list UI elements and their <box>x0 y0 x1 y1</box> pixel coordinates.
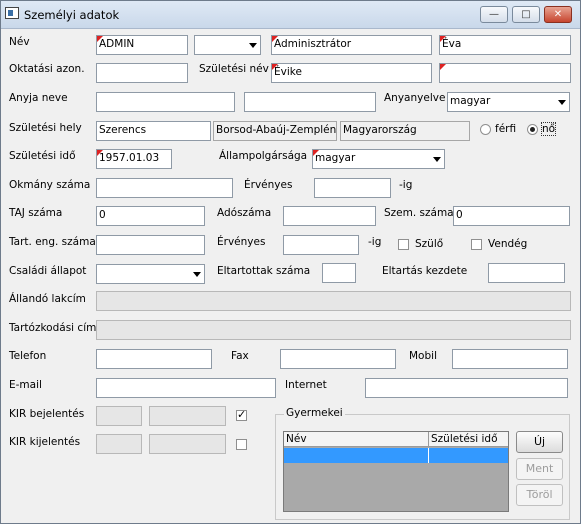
column-separator <box>428 448 429 463</box>
marital-status-label: Családi állapot <box>9 265 87 277</box>
close-button[interactable]: ✕ <box>544 6 572 23</box>
window-title: Személyi adatok <box>24 8 120 22</box>
taj-field[interactable]: 0 <box>96 206 205 226</box>
kir-deregistration-checkbox[interactable] <box>236 439 247 450</box>
phone-field[interactable] <box>96 349 212 369</box>
kir-registration-label: KIR bejelentés <box>9 408 85 420</box>
mother-tongue-dropdown[interactable]: magyar <box>447 92 570 112</box>
document-number-label: Okmány száma <box>9 179 91 191</box>
mother-family-name-field[interactable] <box>96 92 235 112</box>
birth-city-field[interactable]: Szerencs <box>96 121 211 141</box>
mobile-field[interactable] <box>452 349 568 369</box>
kir-registration-field-2 <box>149 406 226 426</box>
kir-deregistration-field-2 <box>149 434 226 454</box>
support-start-label: Eltartás kezdete <box>382 265 468 277</box>
document-number-field[interactable] <box>96 178 233 198</box>
dependents-field[interactable] <box>322 263 356 283</box>
internet-label: Internet <box>285 379 327 391</box>
dependents-label: Eltartottak száma <box>217 265 311 277</box>
personal-id-field[interactable]: 0 <box>453 206 570 226</box>
birth-name-label: Születési név <box>199 63 269 75</box>
permit-valid-label: Érvényes <box>217 236 266 248</box>
guest-checkbox[interactable] <box>471 239 482 250</box>
birth-date-label: Születési idő <box>9 150 76 162</box>
tax-number-field[interactable] <box>283 206 376 226</box>
column-header-birth-date[interactable]: Születési idő <box>429 432 508 447</box>
birth-given-name-field[interactable] <box>439 63 571 83</box>
birth-county-field: Borsod-Abaúj-Zemplén <box>213 121 337 141</box>
permit-until-label: -ig <box>368 236 382 248</box>
permanent-address-field[interactable] <box>96 291 571 311</box>
mother-given-name-field[interactable] <box>244 92 376 112</box>
gender-male-radio[interactable] <box>480 124 491 135</box>
citizenship-value: magyar <box>315 152 356 164</box>
chevron-down-icon <box>191 268 202 280</box>
new-button[interactable]: Új <box>516 431 563 453</box>
fax-field[interactable] <box>280 349 396 369</box>
children-group-label: Gyermekei <box>284 407 345 419</box>
phone-label: Telefon <box>9 350 47 362</box>
fax-label: Fax <box>231 350 249 362</box>
name-title-dropdown[interactable] <box>194 35 261 55</box>
permanent-address-label: Állandó lakcím <box>9 293 86 305</box>
save-button[interactable]: Ment <box>516 458 563 480</box>
parent-checkbox[interactable] <box>398 239 409 250</box>
document-until-label: -ig <box>399 179 413 191</box>
gender-female-radio[interactable] <box>527 124 538 135</box>
birth-date-field[interactable]: 1957.01.03 <box>96 149 172 169</box>
support-start-field[interactable] <box>488 263 565 283</box>
name-label: Név <box>9 36 30 48</box>
internet-field[interactable] <box>365 378 568 398</box>
residence-permit-field[interactable] <box>96 235 205 255</box>
maximize-button[interactable]: □ <box>512 6 540 23</box>
citizenship-dropdown[interactable]: magyar <box>312 149 445 169</box>
document-valid-field[interactable] <box>314 178 391 198</box>
app-icon <box>5 7 19 19</box>
residence-permit-label: Tart. eng. száma <box>9 236 96 248</box>
gender-male-label: férfi <box>495 123 517 135</box>
kir-registration-field-1 <box>96 406 142 426</box>
personal-id-label: Szem. száma <box>384 207 454 219</box>
mobile-label: Mobil <box>409 350 437 362</box>
email-label: E-mail <box>9 379 42 391</box>
birth-family-name-field[interactable]: Évike <box>271 63 432 83</box>
family-name-field[interactable]: Adminisztrátor <box>271 35 432 55</box>
taj-label: TAJ száma <box>9 207 63 219</box>
tax-number-label: Adószáma <box>217 207 272 219</box>
given-name-field[interactable]: Éva <box>439 35 571 55</box>
chevron-down-icon <box>247 39 258 51</box>
title-bar: Személyi adatok — □ ✕ <box>1 1 580 29</box>
temporary-address-label: Tartózkodási cím <box>9 322 97 334</box>
personal-data-window: Személyi adatok — □ ✕ Név ADMIN Adminisz… <box>0 0 581 524</box>
education-id-label: Oktatási azon. <box>9 63 85 75</box>
table-row[interactable] <box>284 448 508 463</box>
permit-valid-field[interactable] <box>283 235 359 255</box>
education-id-field[interactable] <box>96 63 188 83</box>
parent-label: Szülő <box>415 238 444 250</box>
chevron-down-icon <box>431 153 442 165</box>
mother-name-label: Anyja neve <box>9 92 68 104</box>
mother-tongue-value: magyar <box>450 95 491 107</box>
guest-label: Vendég <box>488 238 528 250</box>
marital-status-dropdown[interactable] <box>96 264 205 284</box>
delete-button[interactable]: Töröl <box>516 484 563 506</box>
birth-country-field: Magyarország <box>340 121 470 141</box>
kir-registration-checkbox[interactable] <box>236 408 247 421</box>
column-header-name[interactable]: Név <box>284 432 429 447</box>
kir-deregistration-label: KIR kijelentés <box>9 436 81 448</box>
citizenship-label: Állampolgársága <box>219 150 308 162</box>
mother-tongue-label: Anyanyelve <box>384 92 446 104</box>
gender-female-label: nő <box>540 122 557 136</box>
document-valid-label: Érvényes <box>244 179 293 191</box>
kir-deregistration-field-1 <box>96 434 142 454</box>
birth-place-label: Születési hely <box>9 122 82 134</box>
chevron-down-icon <box>556 96 567 108</box>
email-field[interactable] <box>96 378 276 398</box>
minimize-button[interactable]: — <box>480 6 508 23</box>
name-prefix-field[interactable]: ADMIN <box>96 35 188 55</box>
children-table[interactable]: Név Születési idő <box>283 431 509 512</box>
temporary-address-field[interactable] <box>96 320 571 340</box>
